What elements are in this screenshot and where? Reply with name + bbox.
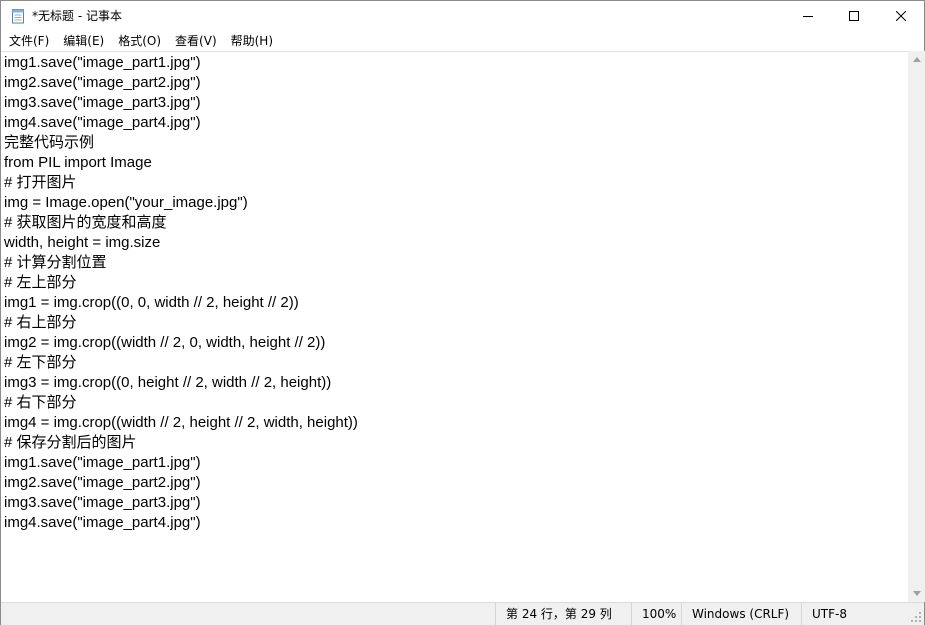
- minimize-icon: [803, 16, 813, 17]
- text-line: img2 = img.crop((width // 2, 0, width, h…: [4, 334, 326, 351]
- close-button[interactable]: [878, 1, 924, 31]
- line-ending: Windows (CRLF): [681, 603, 801, 625]
- text-line: # 计算分割位置: [4, 254, 107, 271]
- status-bar: 第 24 行，第 29 列 100% Windows (CRLF) UTF-8: [1, 602, 924, 625]
- notepad-window: *无标题 - 记事本 文件(F) 编辑(E) 格式(O) 查看(V) 帮助(H)…: [0, 0, 925, 625]
- text-line: img2.save("image_part2.jpg"): [4, 74, 201, 91]
- resize-grip-icon[interactable]: [910, 611, 922, 623]
- text-line: # 打开图片: [4, 174, 77, 191]
- notepad-icon[interactable]: [11, 8, 25, 24]
- menu-bar: 文件(F) 编辑(E) 格式(O) 查看(V) 帮助(H): [1, 31, 924, 51]
- text-line: # 获取图片的宽度和高度: [4, 214, 167, 231]
- zoom-level: 100%: [631, 603, 681, 625]
- text-line: img3.save("image_part3.jpg"): [4, 494, 201, 511]
- text-line: # 左下部分: [4, 354, 77, 371]
- minimize-button[interactable]: [785, 1, 831, 31]
- text-line: # 保存分割后的图片: [4, 434, 137, 451]
- text-line: img3.save("image_part3.jpg"): [4, 94, 201, 111]
- text-line: # 左上部分: [4, 274, 77, 291]
- text-line: img4.save("image_part4.jpg"): [4, 514, 201, 531]
- text-line: 完整代码示例: [4, 134, 95, 151]
- scroll-up-arrow-icon: [912, 57, 921, 62]
- text-editor[interactable]: img1.save("image_part1.jpg") img2.save("i…: [1, 51, 908, 602]
- text-line: img = Image.open("your_image.jpg"): [4, 194, 248, 211]
- menu-file[interactable]: 文件(F): [2, 31, 56, 51]
- menu-help[interactable]: 帮助(H): [224, 31, 280, 51]
- text-line: # 右上部分: [4, 314, 77, 331]
- text-line: img4.save("image_part4.jpg"): [4, 114, 201, 131]
- vertical-scrollbar[interactable]: [908, 51, 925, 602]
- text-line: img1 = img.crop((0, 0, width // 2, heigh…: [4, 294, 299, 311]
- maximize-button[interactable]: [831, 1, 877, 31]
- window-title: *无标题 - 记事本: [32, 9, 122, 23]
- scroll-up-button[interactable]: [908, 51, 925, 68]
- text-line: # 右下部分: [4, 394, 77, 411]
- text-line: width, height = img.size: [4, 234, 161, 251]
- scroll-down-arrow-icon: [912, 591, 921, 596]
- close-icon: [896, 11, 906, 21]
- text-line: img4 = img.crop((width // 2, height // 2…: [4, 414, 358, 431]
- cursor-position: 第 24 行，第 29 列: [495, 603, 631, 625]
- menu-edit[interactable]: 编辑(E): [56, 31, 111, 51]
- scroll-down-button[interactable]: [908, 585, 925, 602]
- encoding: UTF-8: [801, 603, 906, 625]
- text-line: img3 = img.crop((0, height // 2, width /…: [4, 374, 332, 391]
- text-line: from PIL import Image: [4, 154, 152, 171]
- text-line: img1.save("image_part1.jpg"): [4, 54, 201, 71]
- menu-view[interactable]: 查看(V): [168, 31, 224, 51]
- title-bar[interactable]: *无标题 - 记事本: [1, 1, 924, 31]
- maximize-icon: [849, 11, 859, 21]
- menu-format[interactable]: 格式(O): [111, 31, 168, 51]
- text-line: img1.save("image_part1.jpg"): [4, 454, 201, 471]
- text-line: img2.save("image_part2.jpg"): [4, 474, 201, 491]
